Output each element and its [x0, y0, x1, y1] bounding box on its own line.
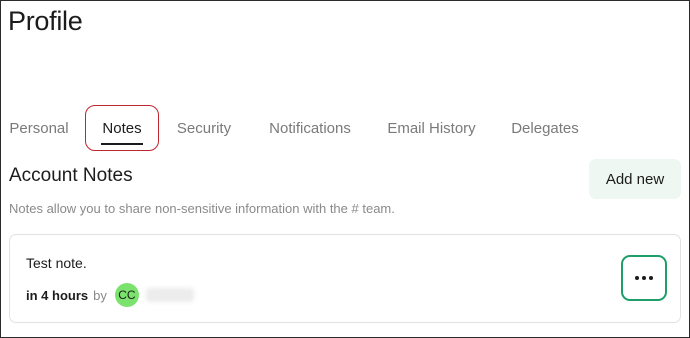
tab-label: Security: [176, 119, 232, 137]
account-notes-heading: Account Notes: [9, 165, 133, 186]
tab-personal[interactable]: Personal: [8, 105, 70, 151]
tab-delegates[interactable]: Delegates: [508, 105, 582, 151]
tab-notes[interactable]: Notes: [85, 105, 159, 151]
profile-page: Profile Personal Notes Security Notifica…: [0, 0, 690, 338]
author-name-redacted: [145, 288, 194, 302]
more-horizontal-icon: [635, 276, 653, 280]
note-time: in 4 hours: [26, 287, 89, 303]
profile-tabs: Personal Notes Security Notifications Em…: [8, 105, 689, 153]
account-notes-description: Notes allow you to share non-sensitive i…: [9, 201, 395, 216]
tab-notifications[interactable]: Notifications: [265, 105, 355, 151]
note-meta: in 4 hours by CC: [26, 283, 194, 307]
tab-label: Personal: [9, 119, 69, 137]
page-title: Profile: [8, 6, 83, 36]
note-card: Test note. in 4 hours by CC: [9, 234, 681, 323]
tab-label: Notes: [101, 119, 143, 145]
note-actions-button[interactable]: [621, 255, 667, 301]
tab-label: Email History: [387, 119, 476, 137]
tab-security[interactable]: Security: [175, 105, 233, 151]
add-new-note-button[interactable]: Add new: [589, 159, 681, 199]
note-text: Test note.: [26, 255, 87, 271]
author-avatar: CC: [114, 283, 139, 307]
tab-label: Delegates: [511, 119, 579, 137]
tab-label: Notifications: [269, 119, 351, 137]
tab-email-history[interactable]: Email History: [385, 105, 478, 151]
note-by-label: by: [93, 287, 107, 303]
